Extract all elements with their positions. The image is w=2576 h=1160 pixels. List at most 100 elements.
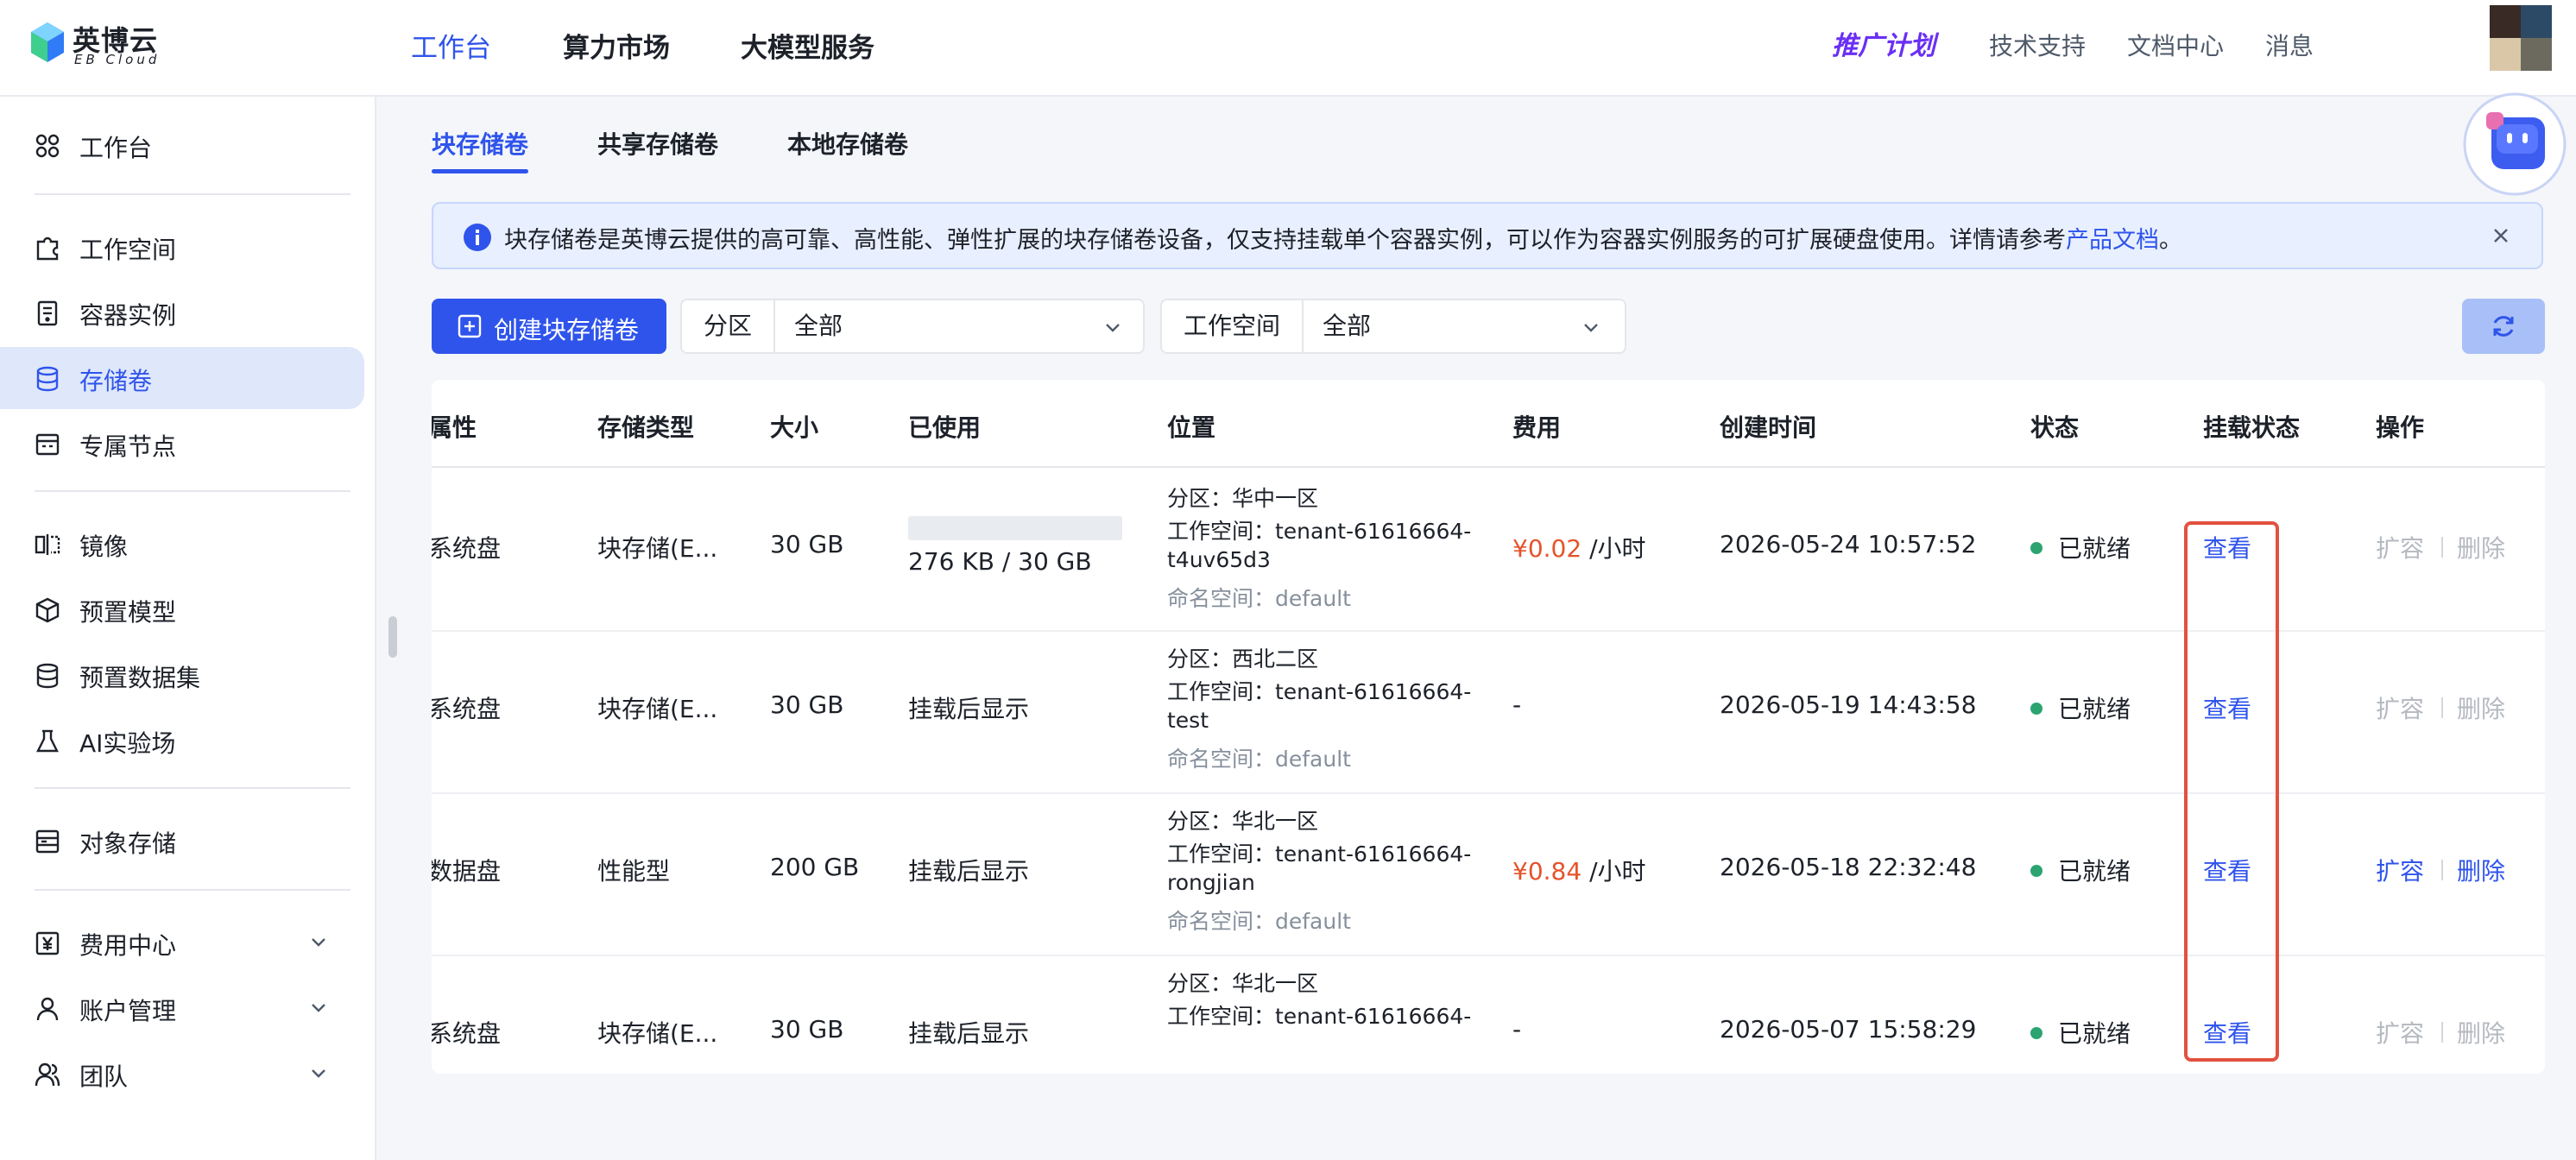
cube-icon: [35, 597, 60, 623]
sidebar-item-account[interactable]: 账户管理: [0, 977, 364, 1039]
delete-button[interactable]: 删除: [2457, 1015, 2505, 1050]
chevron-down-icon: [1106, 324, 1120, 332]
product-docs-link[interactable]: 产品文档: [2066, 227, 2159, 254]
dataset-icon: [36, 663, 59, 689]
sidebar-item-dedicated-node[interactable]: 专属节点: [0, 413, 364, 475]
status-dot: [2030, 865, 2042, 877]
topnav-llm-service[interactable]: 大模型服务: [741, 26, 874, 65]
cell-status: 已就绪: [2058, 1019, 2131, 1048]
sidebar-resize-handle[interactable]: [388, 616, 397, 658]
node-icon: [35, 433, 60, 456]
sidebar-item-image[interactable]: 镜像: [0, 513, 364, 575]
topnav-workbench[interactable]: 工作台: [411, 26, 491, 65]
sidebar-item-preset-model[interactable]: 预置模型: [0, 578, 364, 640]
top-header: 英博云 EB Cloud 工作台 算力市场 大模型服务 推广计划 技术支持 文档…: [0, 0, 2576, 97]
usage-bar: [908, 516, 1122, 540]
flask-icon: [36, 729, 59, 753]
cell-fee: -: [1512, 690, 1522, 719]
action-separator: [2441, 1022, 2443, 1043]
cell-status: 已就绪: [2058, 534, 2131, 563]
sidebar-item-label: 容器实例: [79, 301, 177, 330]
sidebar-item-container[interactable]: 容器实例: [0, 281, 364, 344]
action-separator: [2441, 537, 2443, 558]
status-dot: [2030, 1027, 2042, 1039]
delete-button[interactable]: 删除: [2457, 690, 2505, 725]
sidebar-item-preset-dataset[interactable]: 预置数据集: [0, 644, 364, 706]
close-icon[interactable]: [2488, 223, 2514, 249]
expand-button[interactable]: 扩容: [2376, 1015, 2424, 1050]
brand-logo[interactable]: 英博云 EB Cloud: [29, 19, 167, 69]
expand-button[interactable]: 扩容: [2376, 853, 2424, 887]
workspace-filter-value: 全部: [1323, 312, 1372, 340]
column-header-type: 存储类型: [597, 413, 695, 442]
cell-size: 30 GB: [770, 1015, 844, 1043]
tab-local-storage[interactable]: 本地存储卷: [787, 126, 908, 161]
mirror-icon: [35, 534, 60, 555]
status-dot: [2030, 542, 2042, 554]
cell-used: 276 KB / 30 GB: [908, 547, 1092, 576]
cell-created: 2026-05-24 10:57:52: [1720, 530, 1977, 558]
assistant-robot[interactable]: [2462, 91, 2576, 197]
sidebar-item-object-storage[interactable]: 对象存储: [0, 810, 364, 872]
sidebar-divider: [35, 787, 350, 789]
robot-icon: [2463, 92, 2567, 196]
tab-block-storage[interactable]: 块存储卷: [432, 126, 528, 161]
zone-filter[interactable]: 分区 全部: [680, 299, 1145, 354]
status-dot: [2030, 703, 2042, 715]
refresh-button[interactable]: [2462, 299, 2545, 354]
sidebar-item-ai-lab[interactable]: AI实验场: [0, 709, 364, 772]
cell-namespace: 命名空间：default: [1167, 747, 1351, 772]
sidebar-item-team[interactable]: 团队: [0, 1043, 364, 1105]
cell-size: 30 GB: [770, 690, 844, 719]
cell-workspace: 工作空间：tenant-61616664-: [1167, 842, 1472, 867]
promo-link[interactable]: 推广计划: [1832, 24, 1935, 62]
cell-attr: 系统盘: [432, 695, 502, 723]
user-icon: [36, 997, 59, 1021]
messages-link[interactable]: 消息: [2265, 28, 2314, 62]
expand-button[interactable]: 扩容: [2376, 690, 2424, 725]
docs-center-link[interactable]: 文档中心: [2127, 28, 2224, 62]
cell-attr: 数据盘: [432, 857, 502, 886]
topnav-compute-market[interactable]: 算力市场: [563, 26, 670, 65]
sidebar-item-storage[interactable]: 存储卷: [0, 347, 364, 409]
object-storage-icon: [35, 829, 60, 854]
column-header-used: 已使用: [908, 413, 982, 442]
tech-support-link[interactable]: 技术支持: [1989, 28, 2086, 62]
sidebar-item-billing[interactable]: 费用中心: [0, 911, 364, 974]
sidebar-item-label: 团队: [79, 1062, 129, 1091]
column-header-fee: 费用: [1512, 413, 1562, 442]
delete-button[interactable]: 删除: [2457, 530, 2505, 564]
expand-button[interactable]: 扩容: [2376, 530, 2424, 564]
column-header-created: 创建时间: [1720, 413, 1817, 442]
cell-size: 30 GB: [770, 530, 844, 558]
alert-text: 块存储卷是英博云提供的高可靠、高性能、弹性扩展的块存储卷设备，仅支持挂载单个容器…: [504, 221, 2182, 255]
puzzle-icon: [36, 236, 59, 261]
cell-zone: 分区：华中一区: [1167, 486, 1319, 511]
chevron-down-icon: [312, 938, 325, 947]
avatar[interactable]: [2490, 5, 2552, 71]
sidebar-divider: [35, 193, 350, 195]
container-icon: [37, 300, 58, 326]
sidebar-item-workbench[interactable]: 工作台: [0, 114, 364, 176]
cell-workspace: 工作空间：tenant-61616664-: [1167, 519, 1472, 544]
cell-workspace: 工作空间：tenant-61616664-: [1167, 679, 1472, 704]
cell-type: 块存储(E...: [597, 534, 718, 563]
zone-filter-value: 全部: [794, 312, 843, 340]
delete-button[interactable]: 删除: [2457, 853, 2505, 887]
sidebar-item-workspace[interactable]: 工作空间: [0, 216, 364, 278]
mount-column-highlight: [2184, 521, 2279, 1062]
create-block-storage-button[interactable]: 创建块存储卷: [432, 299, 666, 354]
cell-zone: 分区：华北一区: [1167, 971, 1319, 996]
sidebar-item-label: AI实验场: [79, 729, 176, 758]
workspace-filter[interactable]: 工作空间 全部: [1160, 299, 1626, 354]
sidebar-item-label: 专属节点: [79, 432, 177, 461]
sidebar-item-label: 工作台: [79, 134, 153, 162]
workspace-filter-label: 工作空间: [1162, 300, 1304, 352]
info-alert: 块存储卷是英博云提供的高可靠、高性能、弹性扩展的块存储卷设备，仅支持挂载单个容器…: [432, 202, 2543, 269]
cell-used: 挂载后显示: [908, 857, 1030, 886]
sidebar-divider: [35, 490, 350, 492]
cell-used: 挂载后显示: [908, 695, 1030, 723]
tab-shared-storage[interactable]: 共享存储卷: [597, 126, 718, 161]
sidebar-item-label: 镜像: [79, 533, 129, 561]
sidebar-item-label: 预置模型: [79, 598, 177, 627]
